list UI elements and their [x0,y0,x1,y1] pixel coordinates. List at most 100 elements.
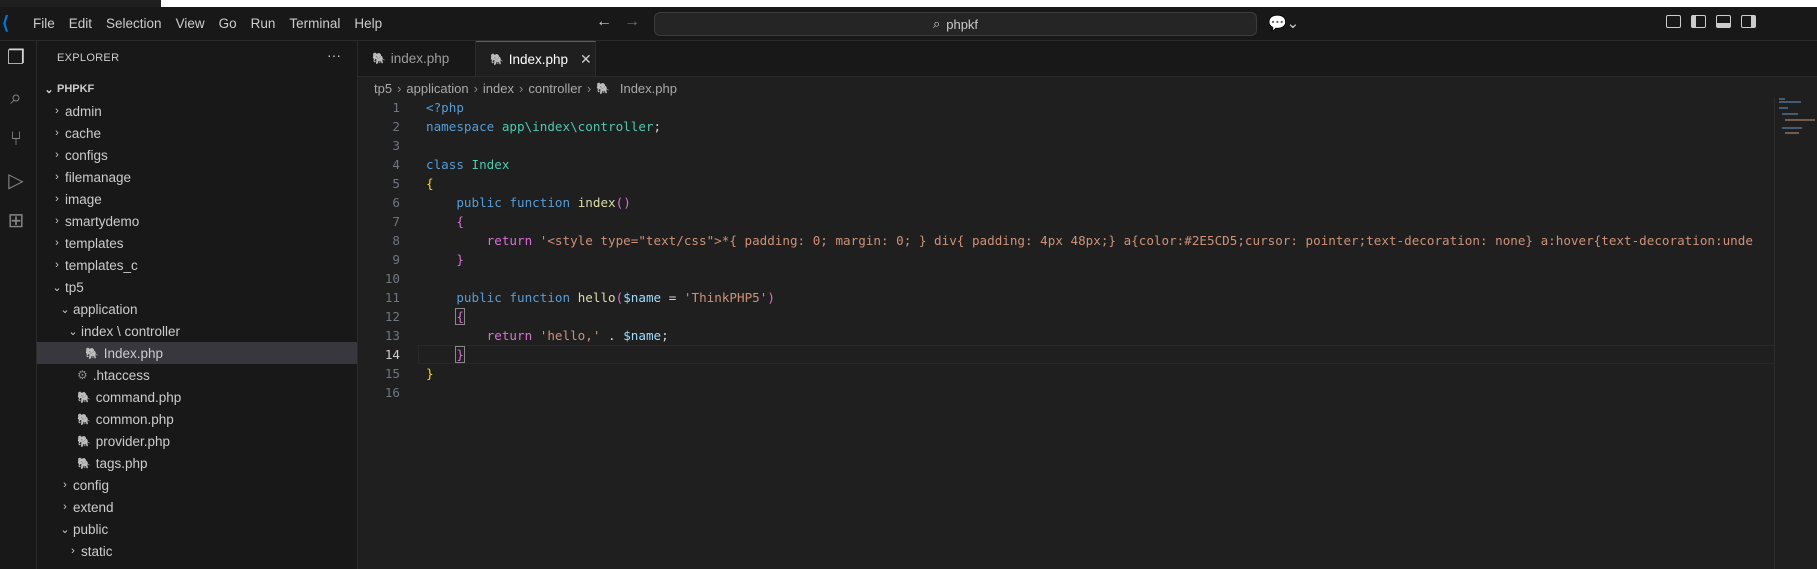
tree-item[interactable]: › cache [37,122,357,144]
code-text: } [426,366,434,381]
root-label: PHPKF [57,83,95,95]
tree-item[interactable]: › static [37,540,357,562]
code-text: public function index() [456,195,631,210]
tree-item[interactable]: › image [37,188,357,210]
menu-view[interactable]: View [169,16,212,31]
menu-bar: File Edit Selection View Go Run Terminal… [26,7,389,40]
breadcrumb: tp5 › application › index › controller ›… [374,78,677,98]
back-arrow-icon[interactable]: ← [596,13,612,31]
tree-item[interactable]: 🐘 Index.php [37,342,357,364]
chevron-right-icon: › [519,80,524,96]
tree-item-label: tp5 [65,279,84,295]
more-actions-icon[interactable]: ··· [327,47,341,63]
tab-index-php[interactable]: 🐘 index.php [358,41,476,76]
line-number: 10 [384,271,400,286]
chevron-right-icon: › [55,215,59,227]
code-line: 3 [358,136,1758,155]
elephant-icon: 🐘 [596,82,610,95]
chevron-right-icon: › [55,127,59,139]
forward-arrow-icon[interactable]: → [624,13,640,31]
tree-item[interactable]: › config [37,474,357,496]
chevron-right-icon: › [71,545,75,557]
tree-item-label: provider.php [95,433,171,449]
close-icon[interactable]: ✕ [580,51,592,68]
tree-item[interactable]: › configs [37,144,357,166]
breadcrumb-item[interactable]: index [483,81,514,96]
tree-item-label: tags.php [95,455,148,471]
customize-layout-icon[interactable] [1666,15,1681,28]
code-editor[interactable]: 1 <?php 2 namespace app\index\controller; … [358,98,1817,569]
code-text: return 'hello,' . $name; [486,328,669,343]
line-number: 2 [392,119,400,134]
breadcrumb-item[interactable]: tp5 [374,81,392,96]
tab-label: Index.php [508,51,569,67]
elephant-icon: 🐘 [490,53,504,66]
minimap[interactable] [1774,97,1817,569]
breadcrumb-item[interactable]: application [406,81,468,96]
code-line: 5{ [358,174,1758,193]
search-icon[interactable]: ⌕ [4,86,28,110]
toggle-primary-sidebar-icon[interactable] [1691,15,1706,28]
tree-item-label: application [73,301,138,317]
tree-item[interactable]: › filemanage [37,166,357,188]
code-text: class Index [426,157,510,172]
chevron-right-icon: › [63,501,67,513]
tree-item[interactable]: › templates_c [37,254,357,276]
chevron-right-icon: › [55,149,59,161]
menu-terminal[interactable]: Terminal [282,16,347,31]
elephant-icon: 🐘 [77,457,91,470]
tree-item[interactable]: 🐘 command.php [37,386,357,408]
breadcrumb-item[interactable]: controller [528,81,581,96]
tree-item[interactable]: ⌄ tp5 [37,276,357,298]
tree-item[interactable]: ⚙ .htaccess [37,364,357,386]
tree-item-label: smartydemo [65,213,140,229]
run-debug-icon[interactable]: ▷ [4,169,28,193]
gear-icon: ⚙ [77,368,88,382]
line-number: 3 [392,138,400,153]
minimap-line [1779,101,1801,103]
vscode-logo-icon[interactable]: ⟨ [2,13,18,33]
menu-go[interactable]: Go [212,16,244,31]
menu-file[interactable]: File [26,16,62,31]
tree-item[interactable]: 🐘 common.php [37,408,357,430]
tree-item-label: image [65,191,102,207]
activity-bar: ❐ ⌕ ⑂ ▷ ⊞ [0,41,37,569]
tree-item[interactable]: ⌄ public [37,518,357,540]
tree-item-label: filemanage [65,169,132,185]
line-number: 7 [392,214,400,229]
tree-item[interactable]: ⌄ index \ controller [37,320,357,342]
toggle-secondary-sidebar-icon[interactable] [1741,15,1756,28]
top-strip-dark [0,0,161,7]
source-control-icon[interactable]: ⑂ [4,127,28,151]
explorer-files-icon[interactable]: ❐ [4,46,28,70]
tree-item-label: command.php [95,389,182,405]
tree-item-label: templates_c [65,257,138,273]
menu-edit[interactable]: Edit [62,16,99,31]
tree-item[interactable]: 🐘 tags.php [37,452,357,474]
tab-Index-php-active[interactable]: 🐘 Index.php ✕ [476,41,596,76]
menu-run[interactable]: Run [244,16,283,31]
extensions-icon[interactable]: ⊞ [4,209,28,233]
command-center-search[interactable]: ⌕ phpkf [654,12,1257,36]
toggle-panel-icon[interactable] [1716,15,1731,28]
chevron-down-icon: ⌄ [52,281,62,294]
chevron-right-icon: › [63,479,67,491]
tree-item-label: Index.php [103,345,164,361]
tree-item[interactable]: › smartydemo [37,210,357,232]
chevron-right-icon: › [55,237,59,249]
menu-selection[interactable]: Selection [99,16,169,31]
breadcrumb-item[interactable]: Index.php [620,81,677,96]
tree-item[interactable]: › admin [37,100,357,122]
minimap-line [1779,98,1785,100]
tree-item[interactable]: › templates [37,232,357,254]
minimap-line [1785,119,1815,121]
tree-root[interactable]: ⌄ PHPKF [37,78,357,100]
tree-item[interactable]: 🐘 provider.php [37,430,357,452]
tree-item-label: extend [73,499,114,515]
tree-item-label: configs [65,147,108,163]
tree-item[interactable]: › extend [37,496,357,518]
menu-help[interactable]: Help [347,16,389,31]
code-text: } [455,346,465,363]
copilot-chat-icon[interactable]: 💬⌄ [1268,14,1299,32]
tree-item[interactable]: ⌄ application [37,298,357,320]
